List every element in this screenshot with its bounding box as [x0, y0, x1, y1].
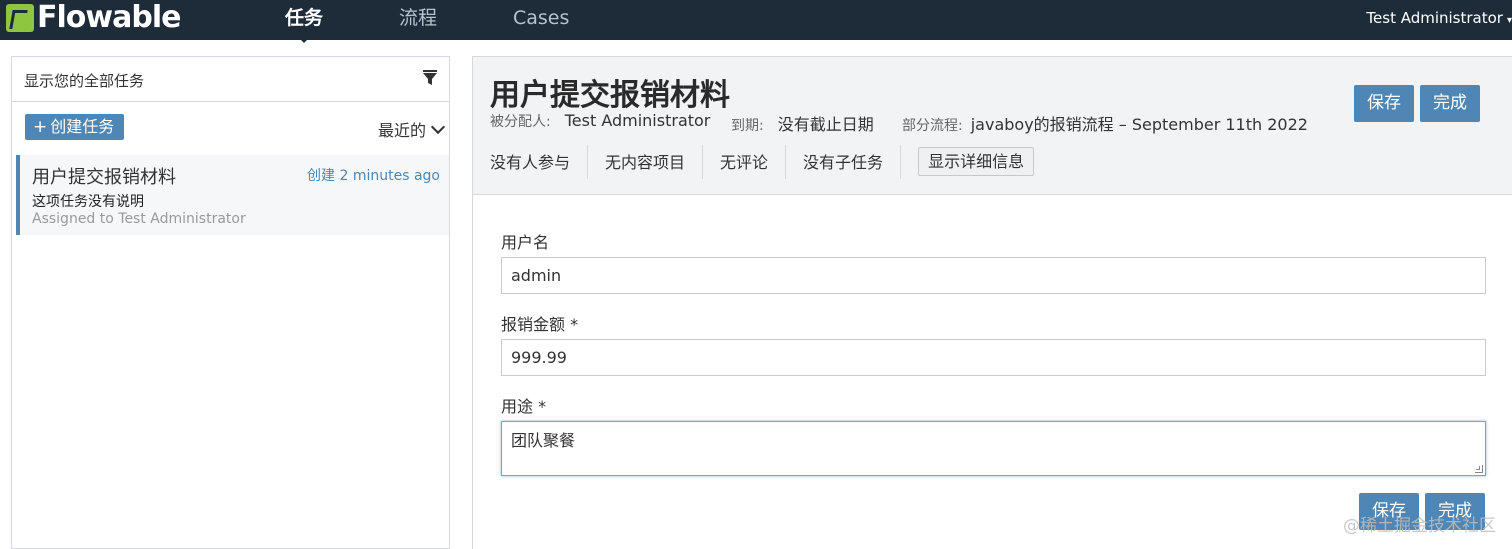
show-details-button[interactable]: 显示详细信息 — [918, 147, 1035, 176]
nav-tab-cases[interactable]: Cases — [513, 0, 569, 40]
user-name: Test Administrator — [1366, 9, 1503, 27]
user-menu[interactable]: Test Administrator ▾ — [1366, 0, 1512, 36]
task-title: 用户提交报销材料 — [490, 78, 730, 113]
task-list-item[interactable]: 用户提交报销材料 创建 2 minutes ago 这项任务没有说明 Assig… — [16, 155, 449, 235]
amount-field[interactable]: 999.99 — [501, 339, 1486, 376]
task-item-created: 创建 2 minutes ago — [307, 168, 440, 184]
task-list-panel: 显示您的全部任务 + 创建任务 最近的 用户提交报销材料 创建 2 minutes… — [11, 56, 450, 549]
create-task-button[interactable]: + 创建任务 — [25, 114, 124, 140]
task-sub-tabs: 没有人参与 无内容项目 无评论 没有子任务 显示详细信息 — [473, 145, 1035, 179]
process-value: javaboy的报销流程 – September 11th 2022 — [970, 115, 1308, 134]
purpose-label: 用途 * — [501, 397, 547, 416]
nav-tab-tasks[interactable]: 任务 — [285, 0, 323, 40]
due-date-info[interactable]: 到期: 没有截止日期 — [731, 111, 874, 135]
tab-involved-people[interactable]: 没有人参与 — [473, 145, 589, 179]
sort-dropdown[interactable]: 最近的 — [377, 117, 446, 141]
due-label: 到期: — [731, 118, 764, 134]
purpose-textarea[interactable]: 团队聚餐 — [501, 421, 1486, 476]
assignee-value: Test Administrator — [564, 111, 711, 130]
logo-text: Flowable — [37, 0, 181, 35]
sort-label: 最近的 — [377, 121, 426, 140]
filter-icon[interactable] — [423, 70, 437, 86]
header-complete-button[interactable]: 完成 — [1420, 85, 1480, 122]
purpose-value: 团队聚餐 — [511, 431, 576, 450]
active-tab-caret-icon — [297, 36, 311, 43]
due-value: 没有截止日期 — [777, 115, 874, 134]
username-field[interactable]: admin — [501, 257, 1486, 294]
amount-label: 报销金额 * — [501, 315, 579, 334]
task-item-assigned: Assigned to Test Administrator — [32, 211, 246, 227]
task-item-description: 这项任务没有说明 — [32, 194, 144, 210]
flowable-logo[interactable]: Flowable — [6, 0, 181, 35]
assignee-info[interactable]: 被分配人: Test Administrator — [490, 111, 710, 131]
filter-text: 显示您的全部任务 — [24, 72, 145, 90]
watermark: @稀土掘金技术社区 — [1343, 516, 1496, 536]
resize-grip-icon[interactable] — [1475, 465, 1483, 473]
task-header: 用户提交报销材料 被分配人: Test Administrator 到期: 没有截止… — [473, 57, 1512, 195]
task-detail-panel: 用户提交报销材料 被分配人: Test Administrator 到期: 没有截止… — [472, 56, 1512, 549]
assignee-label: 被分配人: — [490, 114, 551, 130]
tab-subtasks[interactable]: 没有子任务 — [786, 145, 902, 179]
username-label: 用户名 — [501, 233, 550, 252]
process-info[interactable]: 部分流程: javaboy的报销流程 – September 11th 2022 — [902, 111, 1308, 135]
task-filter-bar[interactable]: 显示您的全部任务 — [12, 57, 449, 102]
process-label: 部分流程: — [902, 118, 963, 134]
create-task-label: 创建任务 — [50, 117, 115, 136]
flowable-logo-icon — [6, 4, 34, 32]
chevron-down-icon — [430, 119, 446, 135]
plus-icon: + — [33, 117, 48, 137]
header-save-button[interactable]: 保存 — [1354, 85, 1414, 122]
top-navbar: Flowable 任务 流程 Cases Test Administrator ▾ — [0, 0, 1512, 40]
tab-comments[interactable]: 无评论 — [703, 145, 787, 179]
nav-tab-processes[interactable]: 流程 — [399, 0, 437, 40]
tab-content-items[interactable]: 无内容项目 — [588, 145, 704, 179]
caret-down-icon: ▾ — [1506, 15, 1512, 26]
task-item-title: 用户提交报销材料 — [32, 167, 176, 188]
